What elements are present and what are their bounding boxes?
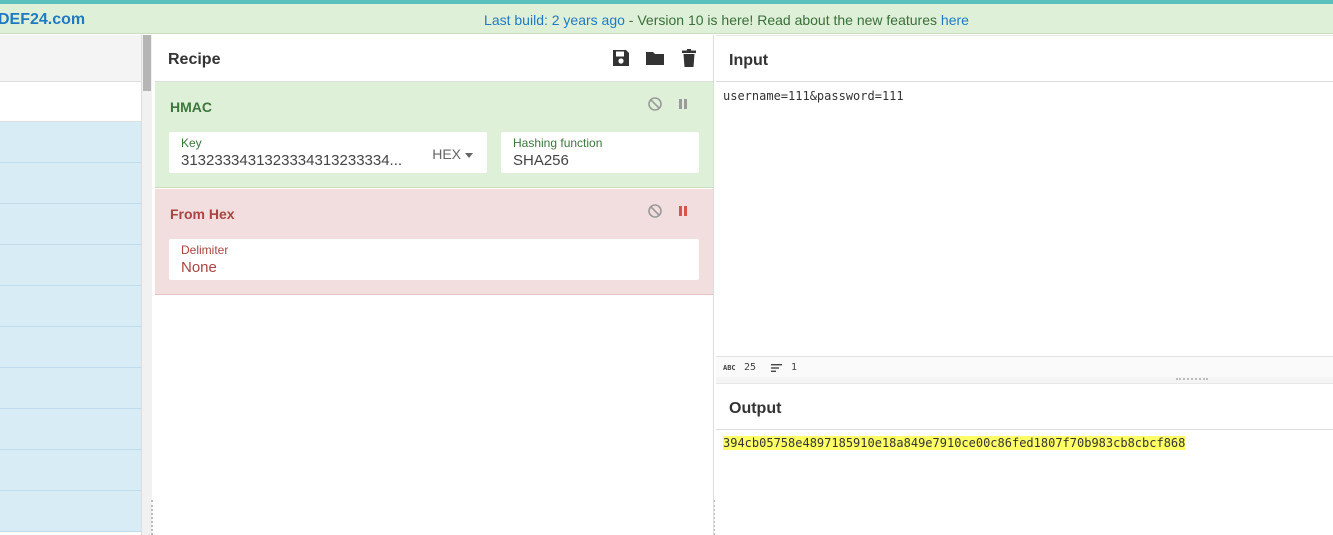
input-length: 25 bbox=[744, 362, 757, 373]
input-textarea[interactable]: username=111&password=111 bbox=[723, 89, 904, 103]
operation-list-item[interactable] bbox=[0, 245, 141, 286]
operation-list-item[interactable] bbox=[0, 122, 141, 163]
input-line-count: 1 bbox=[791, 362, 798, 373]
operation-list-item[interactable] bbox=[0, 491, 141, 532]
operation-list-item[interactable] bbox=[0, 327, 141, 368]
trash-icon[interactable] bbox=[679, 48, 699, 68]
key-format-dropdown[interactable]: HEX bbox=[432, 146, 473, 162]
banner-message: Last build: 2 years ago - Version 10 is … bbox=[0, 12, 1333, 28]
disable-icon[interactable] bbox=[647, 203, 663, 219]
output-title: Output bbox=[729, 400, 782, 417]
resize-grip[interactable] bbox=[1176, 378, 1208, 380]
key-label: Key bbox=[181, 136, 202, 150]
input-pane: Input username=111&password=111 ABC 25 1 bbox=[716, 35, 1333, 378]
disable-icon[interactable] bbox=[647, 96, 663, 112]
operations-pane bbox=[0, 35, 142, 535]
operations-scrollbar[interactable] bbox=[142, 35, 152, 535]
pane-resize-handle[interactable] bbox=[151, 500, 153, 535]
operation-controls bbox=[647, 96, 691, 112]
operation-name: HMAC bbox=[170, 99, 212, 115]
operation-name: From Hex bbox=[170, 206, 235, 222]
banner-text: - Version 10 is here! Read about the new… bbox=[624, 12, 941, 28]
recipe-operation-from-hex[interactable]: From Hex Delimiter None bbox=[155, 189, 713, 295]
hashing-function-select[interactable]: SHA256 bbox=[513, 152, 569, 169]
scrollbar-thumb[interactable] bbox=[143, 35, 151, 91]
operation-list-item[interactable] bbox=[0, 450, 141, 491]
notice-banner: DEF24.com Last build: 2 years ago - Vers… bbox=[0, 4, 1333, 34]
folder-icon[interactable] bbox=[645, 48, 665, 68]
features-link[interactable]: here bbox=[941, 12, 969, 28]
hashing-function-label: Hashing function bbox=[513, 136, 603, 150]
operation-list-item[interactable] bbox=[0, 163, 141, 204]
delimiter-label: Delimiter bbox=[181, 243, 229, 257]
save-icon[interactable] bbox=[611, 48, 631, 68]
pause-icon[interactable] bbox=[675, 96, 691, 112]
delimiter-field[interactable]: Delimiter None bbox=[169, 239, 699, 280]
output-text[interactable]: 394cb05758e4897185910e18a849e7910ce00c86… bbox=[723, 436, 1186, 450]
operation-controls bbox=[647, 203, 691, 219]
hashing-function-field[interactable]: Hashing function SHA256 bbox=[501, 132, 699, 173]
recipe-toolbar bbox=[611, 48, 699, 68]
lines-icon bbox=[771, 364, 782, 372]
key-input[interactable]: 3132333431323334313233334... bbox=[181, 152, 402, 169]
delimiter-select[interactable]: None bbox=[181, 259, 217, 276]
operations-search-input[interactable] bbox=[0, 82, 141, 122]
recipe-pane: Recipe HMAC Key 313233343132333431323333… bbox=[155, 35, 714, 535]
hmac-key-field[interactable]: Key 3132333431323334313233334... HEX bbox=[169, 132, 487, 173]
operation-list-item[interactable] bbox=[0, 204, 141, 245]
operation-list-item[interactable] bbox=[0, 409, 141, 450]
input-title: Input bbox=[729, 52, 769, 69]
operation-list-item[interactable] bbox=[0, 286, 141, 327]
input-status-bar: ABC 25 1 bbox=[716, 356, 1333, 378]
pause-icon[interactable] bbox=[675, 203, 691, 219]
recipe-header: Recipe bbox=[155, 35, 713, 82]
recipe-operation-hmac[interactable]: HMAC Key 3132333431323334313233334... HE… bbox=[155, 82, 713, 188]
abc-icon: ABC bbox=[723, 364, 736, 372]
recipe-title: Recipe bbox=[168, 51, 221, 68]
input-header: Input bbox=[716, 35, 1333, 82]
output-header: Output bbox=[716, 383, 1333, 430]
operations-header bbox=[0, 35, 141, 82]
output-pane: Output 394cb05758e4897185910e18a849e7910… bbox=[716, 383, 1333, 535]
last-build-link[interactable]: Last build: 2 years ago bbox=[484, 12, 625, 28]
operation-list-item[interactable] bbox=[0, 368, 141, 409]
